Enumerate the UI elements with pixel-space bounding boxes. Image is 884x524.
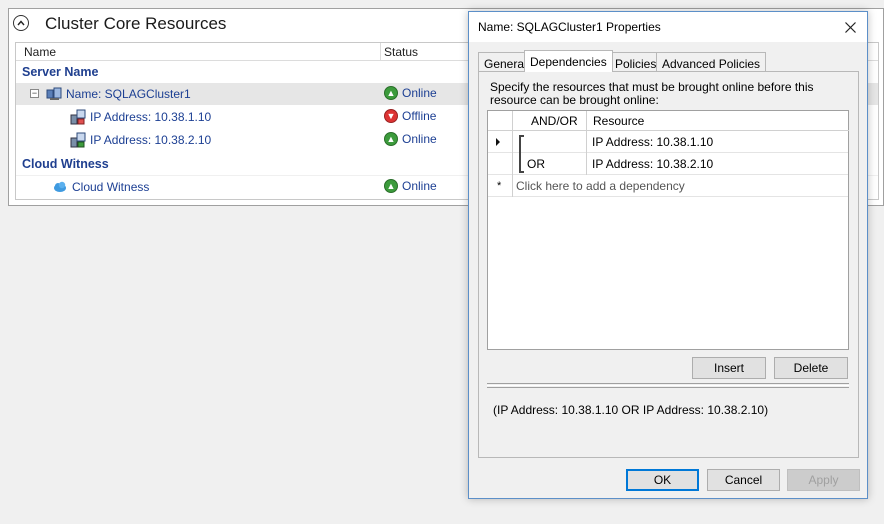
- insert-button[interactable]: Insert: [692, 357, 766, 379]
- dialog-titlebar[interactable]: Name: SQLAGCluster1 Properties: [469, 12, 867, 42]
- properties-dialog: Name: SQLAGCluster1 Properties General D…: [468, 11, 868, 499]
- column-separator[interactable]: [380, 43, 381, 60]
- andor-cell[interactable]: OR: [513, 153, 587, 175]
- status-text: Online: [402, 132, 437, 146]
- column-header-resource[interactable]: Resource: [587, 111, 849, 131]
- grid-corner-cell: [488, 111, 513, 131]
- resource-label: Cloud Witness: [72, 180, 150, 194]
- resource-label: IP Address: 10.38.2.10: [90, 133, 212, 147]
- group-server-name: Server Name: [22, 65, 99, 79]
- group-bracket: [519, 135, 524, 173]
- resource-label: Name: SQLAGCluster1: [66, 87, 191, 101]
- row-header[interactable]: [488, 153, 513, 175]
- cluster-name-icon: [46, 87, 62, 100]
- status-cell: ▼ Offline: [384, 109, 436, 123]
- status-cell: ▲ Online: [384, 179, 437, 193]
- tab-strip: General Dependencies Policies Advanced P…: [478, 50, 858, 72]
- andor-value: OR: [527, 157, 545, 171]
- column-header-status[interactable]: Status: [384, 45, 418, 59]
- new-row-marker-icon: *: [497, 180, 502, 192]
- online-arrow-icon: ▲: [384, 86, 398, 100]
- status-text: Online: [402, 86, 437, 100]
- online-arrow-icon: ▲: [384, 132, 398, 146]
- resource-cell[interactable]: IP Address: 10.38.1.10: [592, 135, 713, 149]
- current-row-arrow-icon: [496, 138, 500, 146]
- add-dependency-placeholder[interactable]: Click here to add a dependency: [516, 179, 685, 193]
- dependency-row[interactable]: OR IP Address: 10.38.2.10: [488, 153, 848, 175]
- row-header[interactable]: [488, 131, 513, 153]
- dependencies-grid: AND/OR Resource IP Address: 10.38.1.10 O…: [487, 110, 849, 350]
- andor-cell[interactable]: [513, 131, 587, 153]
- row-header[interactable]: *: [488, 175, 513, 197]
- group-cloud-witness: Cloud Witness: [22, 157, 109, 171]
- ip-address-icon: [70, 132, 86, 148]
- online-arrow-icon: ▲: [384, 179, 398, 193]
- instructions-text: Specify the resources that must be broug…: [490, 80, 814, 107]
- chevron-up-icon: [17, 20, 25, 26]
- tree-collapse-icon[interactable]: −: [30, 89, 39, 98]
- resource-label: IP Address: 10.38.1.10: [90, 110, 212, 124]
- status-cell: ▲ Online: [384, 86, 437, 100]
- close-icon: [844, 21, 856, 33]
- column-header-name[interactable]: Name: [24, 45, 56, 59]
- delete-button[interactable]: Delete: [774, 357, 848, 379]
- dependency-expression: (IP Address: 10.38.1.10 OR IP Address: 1…: [493, 403, 769, 417]
- ok-button[interactable]: OK: [626, 469, 699, 491]
- tab-dependencies[interactable]: Dependencies: [524, 50, 613, 72]
- separator: [487, 387, 849, 388]
- resource-cell[interactable]: IP Address: 10.38.2.10: [592, 157, 713, 171]
- ip-address-icon: [70, 109, 86, 125]
- apply-button[interactable]: Apply: [787, 469, 860, 491]
- dependencies-panel: Specify the resources that must be broug…: [478, 71, 859, 458]
- cloud-icon: [54, 181, 66, 192]
- column-header-andor[interactable]: AND/OR: [513, 111, 587, 131]
- dialog-title: Name: SQLAGCluster1 Properties: [478, 20, 661, 34]
- status-cell: ▲ Online: [384, 132, 437, 146]
- cancel-button[interactable]: Cancel: [707, 469, 780, 491]
- separator: [487, 383, 849, 386]
- close-button[interactable]: [839, 16, 861, 38]
- status-text: Online: [402, 179, 437, 193]
- panel-title: Cluster Core Resources: [45, 14, 227, 33]
- status-text: Offline: [402, 109, 437, 123]
- tab-policies[interactable]: Policies: [609, 52, 663, 71]
- dependency-row[interactable]: IP Address: 10.38.1.10: [488, 131, 848, 153]
- tab-advanced-policies[interactable]: Advanced Policies: [656, 52, 767, 71]
- collapse-button[interactable]: [13, 15, 29, 31]
- new-dependency-row[interactable]: * Click here to add a dependency: [488, 175, 848, 197]
- offline-arrow-icon: ▼: [384, 109, 398, 123]
